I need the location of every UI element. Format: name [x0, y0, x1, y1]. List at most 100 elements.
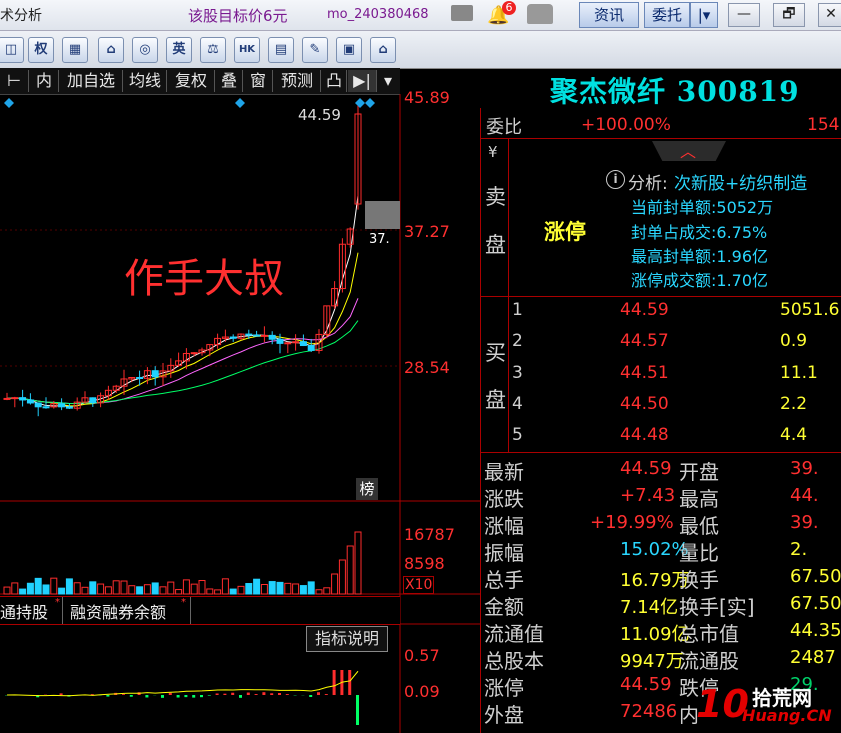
mail-icon[interactable]	[451, 5, 473, 21]
candle-body	[299, 341, 307, 347]
volume-bar	[65, 578, 73, 595]
home-icon[interactable]: ⌂	[370, 37, 396, 63]
target-price-notice[interactable]: 该股目标价6元	[188, 5, 288, 26]
info-icon[interactable]: i	[606, 170, 625, 189]
volume-bar	[112, 580, 120, 595]
bid-volume: 4.4	[780, 425, 808, 445]
chart-menu-overlay[interactable]: 叠	[216, 70, 243, 92]
limit-up-status: 涨停	[544, 220, 586, 244]
candle-body	[307, 345, 315, 351]
bid-level: 4	[512, 394, 523, 414]
stock-banner: 聚杰微纤 300819	[480, 68, 841, 108]
quote-label: 涨跌	[484, 487, 524, 511]
volume-bar	[354, 531, 362, 595]
volume-bar	[229, 588, 237, 595]
indicator-bar	[161, 695, 164, 698]
english-icon[interactable]: 英	[166, 37, 192, 63]
restore-button[interactable]: 🗗	[773, 3, 805, 27]
quote-label: 金额	[484, 595, 524, 619]
trust-dropdown-icon[interactable]: |▾	[690, 2, 718, 28]
candle-body	[3, 397, 11, 400]
info-button[interactable]: 资讯	[579, 2, 639, 28]
trust-button[interactable]: 委托	[644, 2, 690, 28]
chart-menu-toggle[interactable]: ⊢	[0, 70, 29, 92]
volume-bar	[260, 583, 268, 595]
current-price-box	[365, 201, 400, 229]
volume-bar	[42, 584, 50, 595]
tab-holdings[interactable]: 通持股	[0, 599, 48, 623]
volume-bar	[198, 580, 206, 595]
indicator-bar	[192, 695, 196, 698]
volume-bars	[3, 531, 362, 595]
candle-body	[245, 333, 253, 336]
indicator-bar	[285, 694, 289, 695]
quote-label: 流通值	[484, 622, 544, 646]
us-flag-icon[interactable]: ▤	[268, 37, 294, 63]
candle-body	[42, 406, 50, 409]
close-button[interactable]: ✕	[818, 3, 841, 27]
minimize-button[interactable]: —	[728, 3, 760, 27]
quote-label-2: 开盘	[679, 460, 719, 484]
chevron-up-icon[interactable]: ︿	[680, 138, 696, 162]
tab-holdings-star-icon: *	[55, 597, 60, 608]
grid-icon[interactable]: ▣	[336, 37, 362, 63]
price-mid-label: 37.27	[404, 222, 450, 241]
shirt-icon[interactable]	[527, 4, 553, 24]
chart-menu-adjust[interactable]: 复权	[168, 70, 215, 92]
chart-menu-layout-icon[interactable]: 凸	[322, 70, 347, 92]
scale-icon[interactable]: ⚖	[200, 37, 226, 63]
quote-value-2: 44.35	[790, 620, 841, 641]
logo-number: 10	[696, 682, 749, 726]
indicator-tabs: 通持股 * 融资融券余额 *	[0, 596, 400, 625]
chart-area[interactable]	[0, 94, 480, 733]
quote-label-2: 量比	[679, 541, 719, 565]
volume-bar	[206, 588, 214, 595]
user-id: mo_240380468	[327, 7, 429, 22]
quote-label-2: 总市值	[679, 622, 739, 646]
chart-menu-inner[interactable]: 内	[30, 70, 59, 92]
edit-icon[interactable]: ✎	[302, 37, 328, 63]
chart-menu-forecast[interactable]: 预测	[274, 70, 321, 92]
candle-body	[11, 397, 19, 400]
divider-2	[480, 296, 841, 297]
buy-label: 买	[485, 341, 506, 365]
quote-value: 72486	[620, 701, 678, 722]
indicator-help-button[interactable]: 指标说明	[306, 626, 388, 652]
quote-value: +19.99%	[590, 512, 674, 533]
chart-icon[interactable]: ◫	[0, 37, 24, 63]
rights-icon[interactable]: 权	[28, 37, 54, 63]
candle-body	[229, 336, 237, 339]
seal-ratio: 封单占成交:6.75%	[631, 223, 768, 242]
chart-menu-end-icon[interactable]: ▶|	[348, 70, 377, 92]
tab-margin-balance[interactable]: 融资融券余额	[70, 599, 166, 623]
sell-label: 卖	[485, 185, 506, 209]
bid-price: 44.48	[620, 425, 669, 445]
chart-menu-dropdown-icon[interactable]: ▾	[378, 70, 398, 92]
volume-bar	[34, 577, 42, 595]
ranking-button[interactable]: 榜	[356, 478, 378, 500]
chart-menu-ma[interactable]: 均线	[124, 70, 167, 92]
chart-menu-add-favorite[interactable]: 加自选	[60, 70, 123, 92]
chart-menu-window[interactable]: 窗	[244, 70, 273, 92]
quote-label-2: 流通股	[679, 649, 739, 673]
indicator-bar	[207, 695, 211, 696]
hk-icon[interactable]: HK	[234, 37, 260, 63]
title-bar: 术分析 该股目标价6元 mo_240380468 🔔 6 资讯 委托 |▾ — …	[0, 0, 841, 31]
volume-bar	[299, 585, 307, 595]
sell-currency-icon: ¥	[488, 143, 498, 161]
quote-value: 44.59	[620, 458, 672, 479]
target-icon[interactable]: ◎	[132, 37, 158, 63]
divider-1	[480, 138, 841, 139]
bank-icon[interactable]: ⌂	[98, 37, 124, 63]
indicator-low-label: 0.09	[404, 682, 440, 701]
volume-bar	[159, 586, 167, 595]
indicator-bar	[317, 692, 320, 695]
order-ratio-extra: 154	[807, 115, 840, 135]
quote-value-2: 39.	[790, 512, 819, 533]
volume-bar	[50, 577, 58, 595]
f10-icon[interactable]: ▦	[62, 37, 88, 63]
bid-level: 1	[512, 300, 523, 320]
analysis-value[interactable]: 次新股+纺织制造	[674, 169, 807, 194]
volume-bar	[331, 573, 339, 595]
quote-value-2: 2.	[790, 539, 808, 560]
